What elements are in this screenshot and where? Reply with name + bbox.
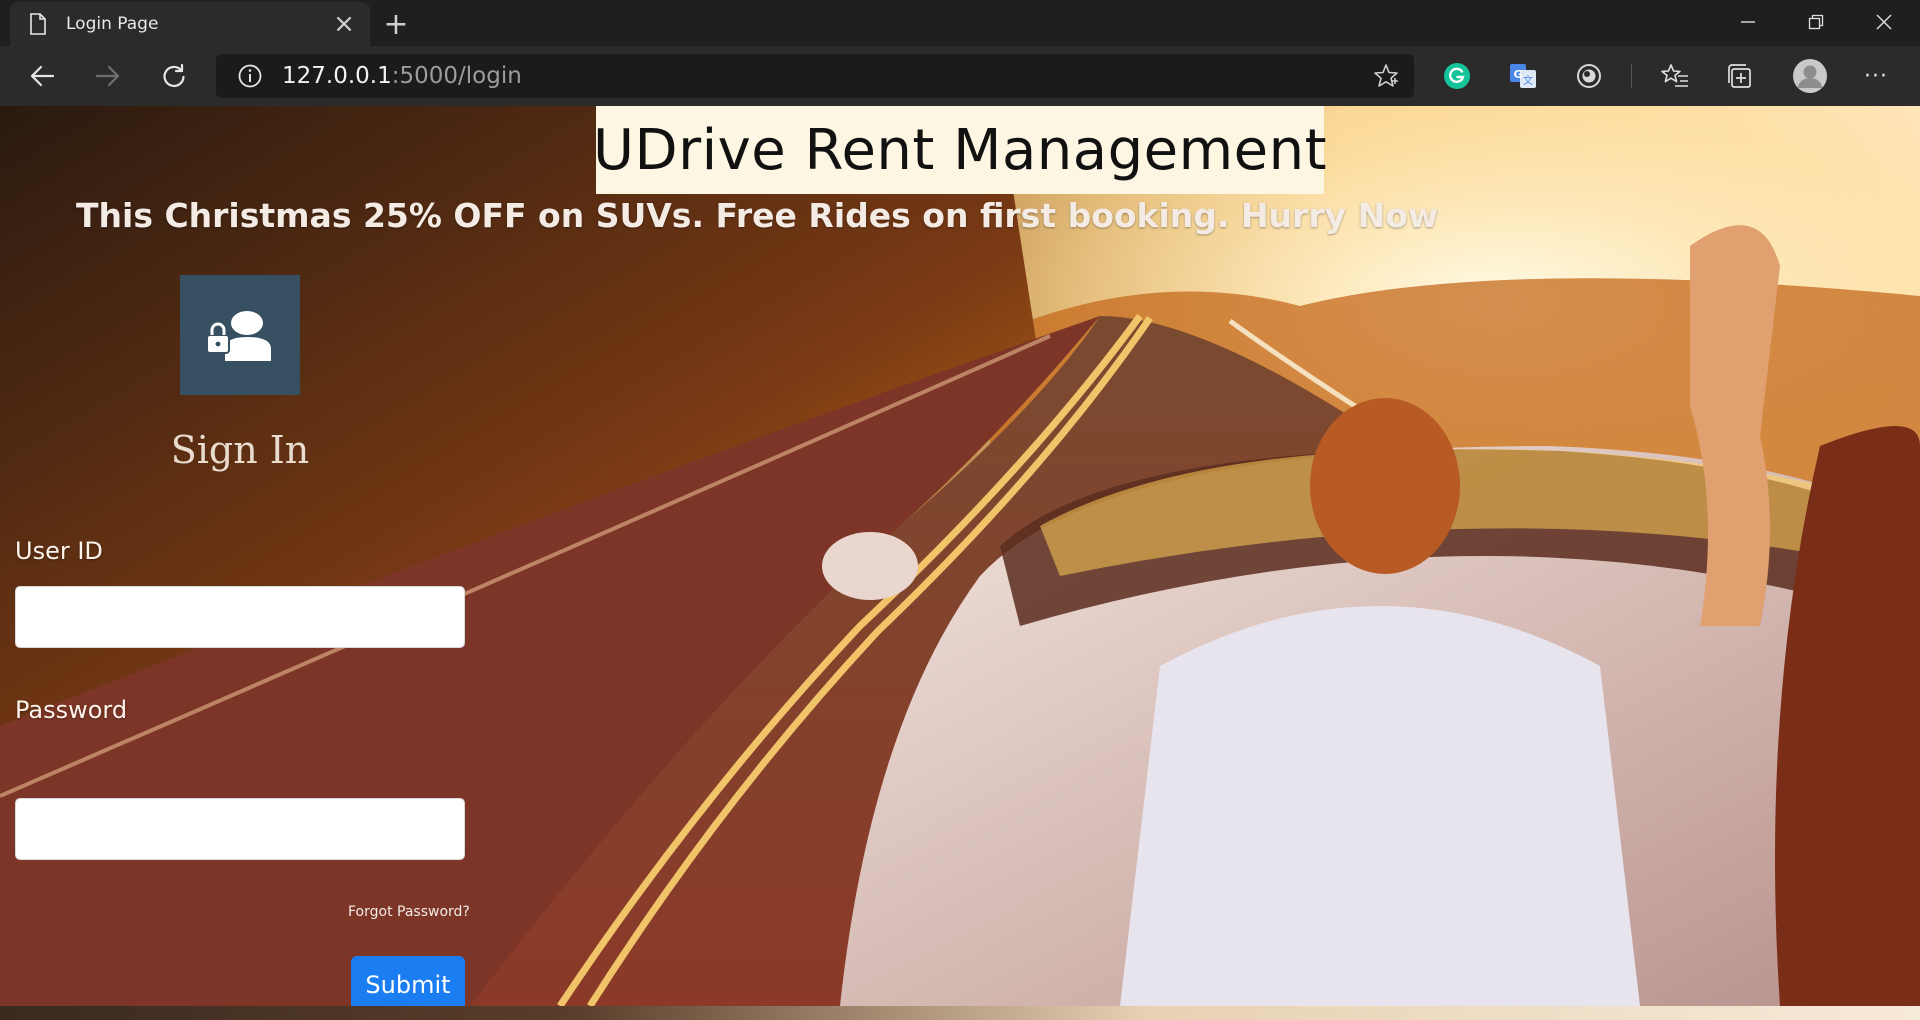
userid-label: User ID xyxy=(15,537,103,565)
page-bottom-strip xyxy=(0,1006,1920,1020)
info-icon[interactable] xyxy=(236,62,264,90)
new-tab-button[interactable]: + xyxy=(378,6,414,42)
browser-toolbar: 127.0.0.1:5000/login G 文 ··· xyxy=(0,46,1920,106)
favorites-button[interactable] xyxy=(1657,58,1693,94)
minimize-icon xyxy=(1741,21,1755,23)
browser-tab-strip: Login Page × + xyxy=(0,0,1920,46)
extension-button[interactable] xyxy=(1571,58,1607,94)
restore-button[interactable] xyxy=(1786,0,1846,44)
avatar xyxy=(180,275,300,395)
svg-text:文: 文 xyxy=(1523,74,1533,87)
translate-extension[interactable]: G 文 xyxy=(1505,58,1541,94)
toolbar-separator xyxy=(1631,64,1632,88)
profile-avatar-icon xyxy=(1793,59,1827,93)
userid-input[interactable] xyxy=(15,586,465,648)
close-icon xyxy=(1876,14,1892,30)
background-image xyxy=(0,106,1920,1006)
close-window-button[interactable] xyxy=(1854,0,1914,44)
star-icon[interactable] xyxy=(1372,62,1400,90)
reload-button[interactable] xyxy=(152,54,196,98)
page-viewport: UDrive Rent Management This Christmas 25… xyxy=(0,106,1920,1006)
collections-button[interactable] xyxy=(1722,58,1758,94)
tab-close-icon[interactable]: × xyxy=(326,6,362,42)
svg-text:G: G xyxy=(1513,68,1522,81)
site-title: UDrive Rent Management xyxy=(592,117,1328,183)
url-text: 127.0.0.1:5000/login xyxy=(282,63,522,89)
grammarly-extension[interactable] xyxy=(1439,58,1475,94)
profile-button[interactable] xyxy=(1790,56,1830,96)
site-title-banner: UDrive Rent Management xyxy=(592,106,1328,194)
translate-icon: G 文 xyxy=(1510,64,1536,88)
signin-heading: Sign In xyxy=(170,428,310,472)
page-icon xyxy=(30,13,46,35)
submit-button[interactable]: Submit xyxy=(351,956,465,1006)
address-bar[interactable]: 127.0.0.1:5000/login xyxy=(216,54,1414,98)
forgot-password-link[interactable]: Forgot Password? xyxy=(348,904,470,920)
extension-icon xyxy=(1577,64,1601,88)
back-button[interactable] xyxy=(20,54,64,98)
collections-icon xyxy=(1728,64,1751,88)
restore-icon xyxy=(1808,14,1824,30)
user-lock-icon xyxy=(206,311,271,361)
tab-title: Login Page xyxy=(66,14,159,34)
password-input[interactable] xyxy=(15,798,465,860)
url-host: 127.0.0.1 xyxy=(282,63,392,89)
url-path: :5000/login xyxy=(391,63,522,89)
more-icon[interactable]: ··· xyxy=(1858,58,1894,94)
forward-arrow-icon xyxy=(95,65,120,87)
back-arrow-icon xyxy=(30,65,55,87)
browser-tab[interactable]: Login Page × xyxy=(10,2,370,46)
promo-banner: This Christmas 25% OFF on SUVs. Free Rid… xyxy=(76,196,1439,235)
minimize-button[interactable] xyxy=(1718,0,1778,44)
reload-icon xyxy=(163,63,185,88)
grammarly-icon xyxy=(1444,63,1470,89)
password-label: Password xyxy=(15,696,128,724)
forward-button[interactable] xyxy=(86,54,130,98)
favorites-icon xyxy=(1661,64,1688,87)
